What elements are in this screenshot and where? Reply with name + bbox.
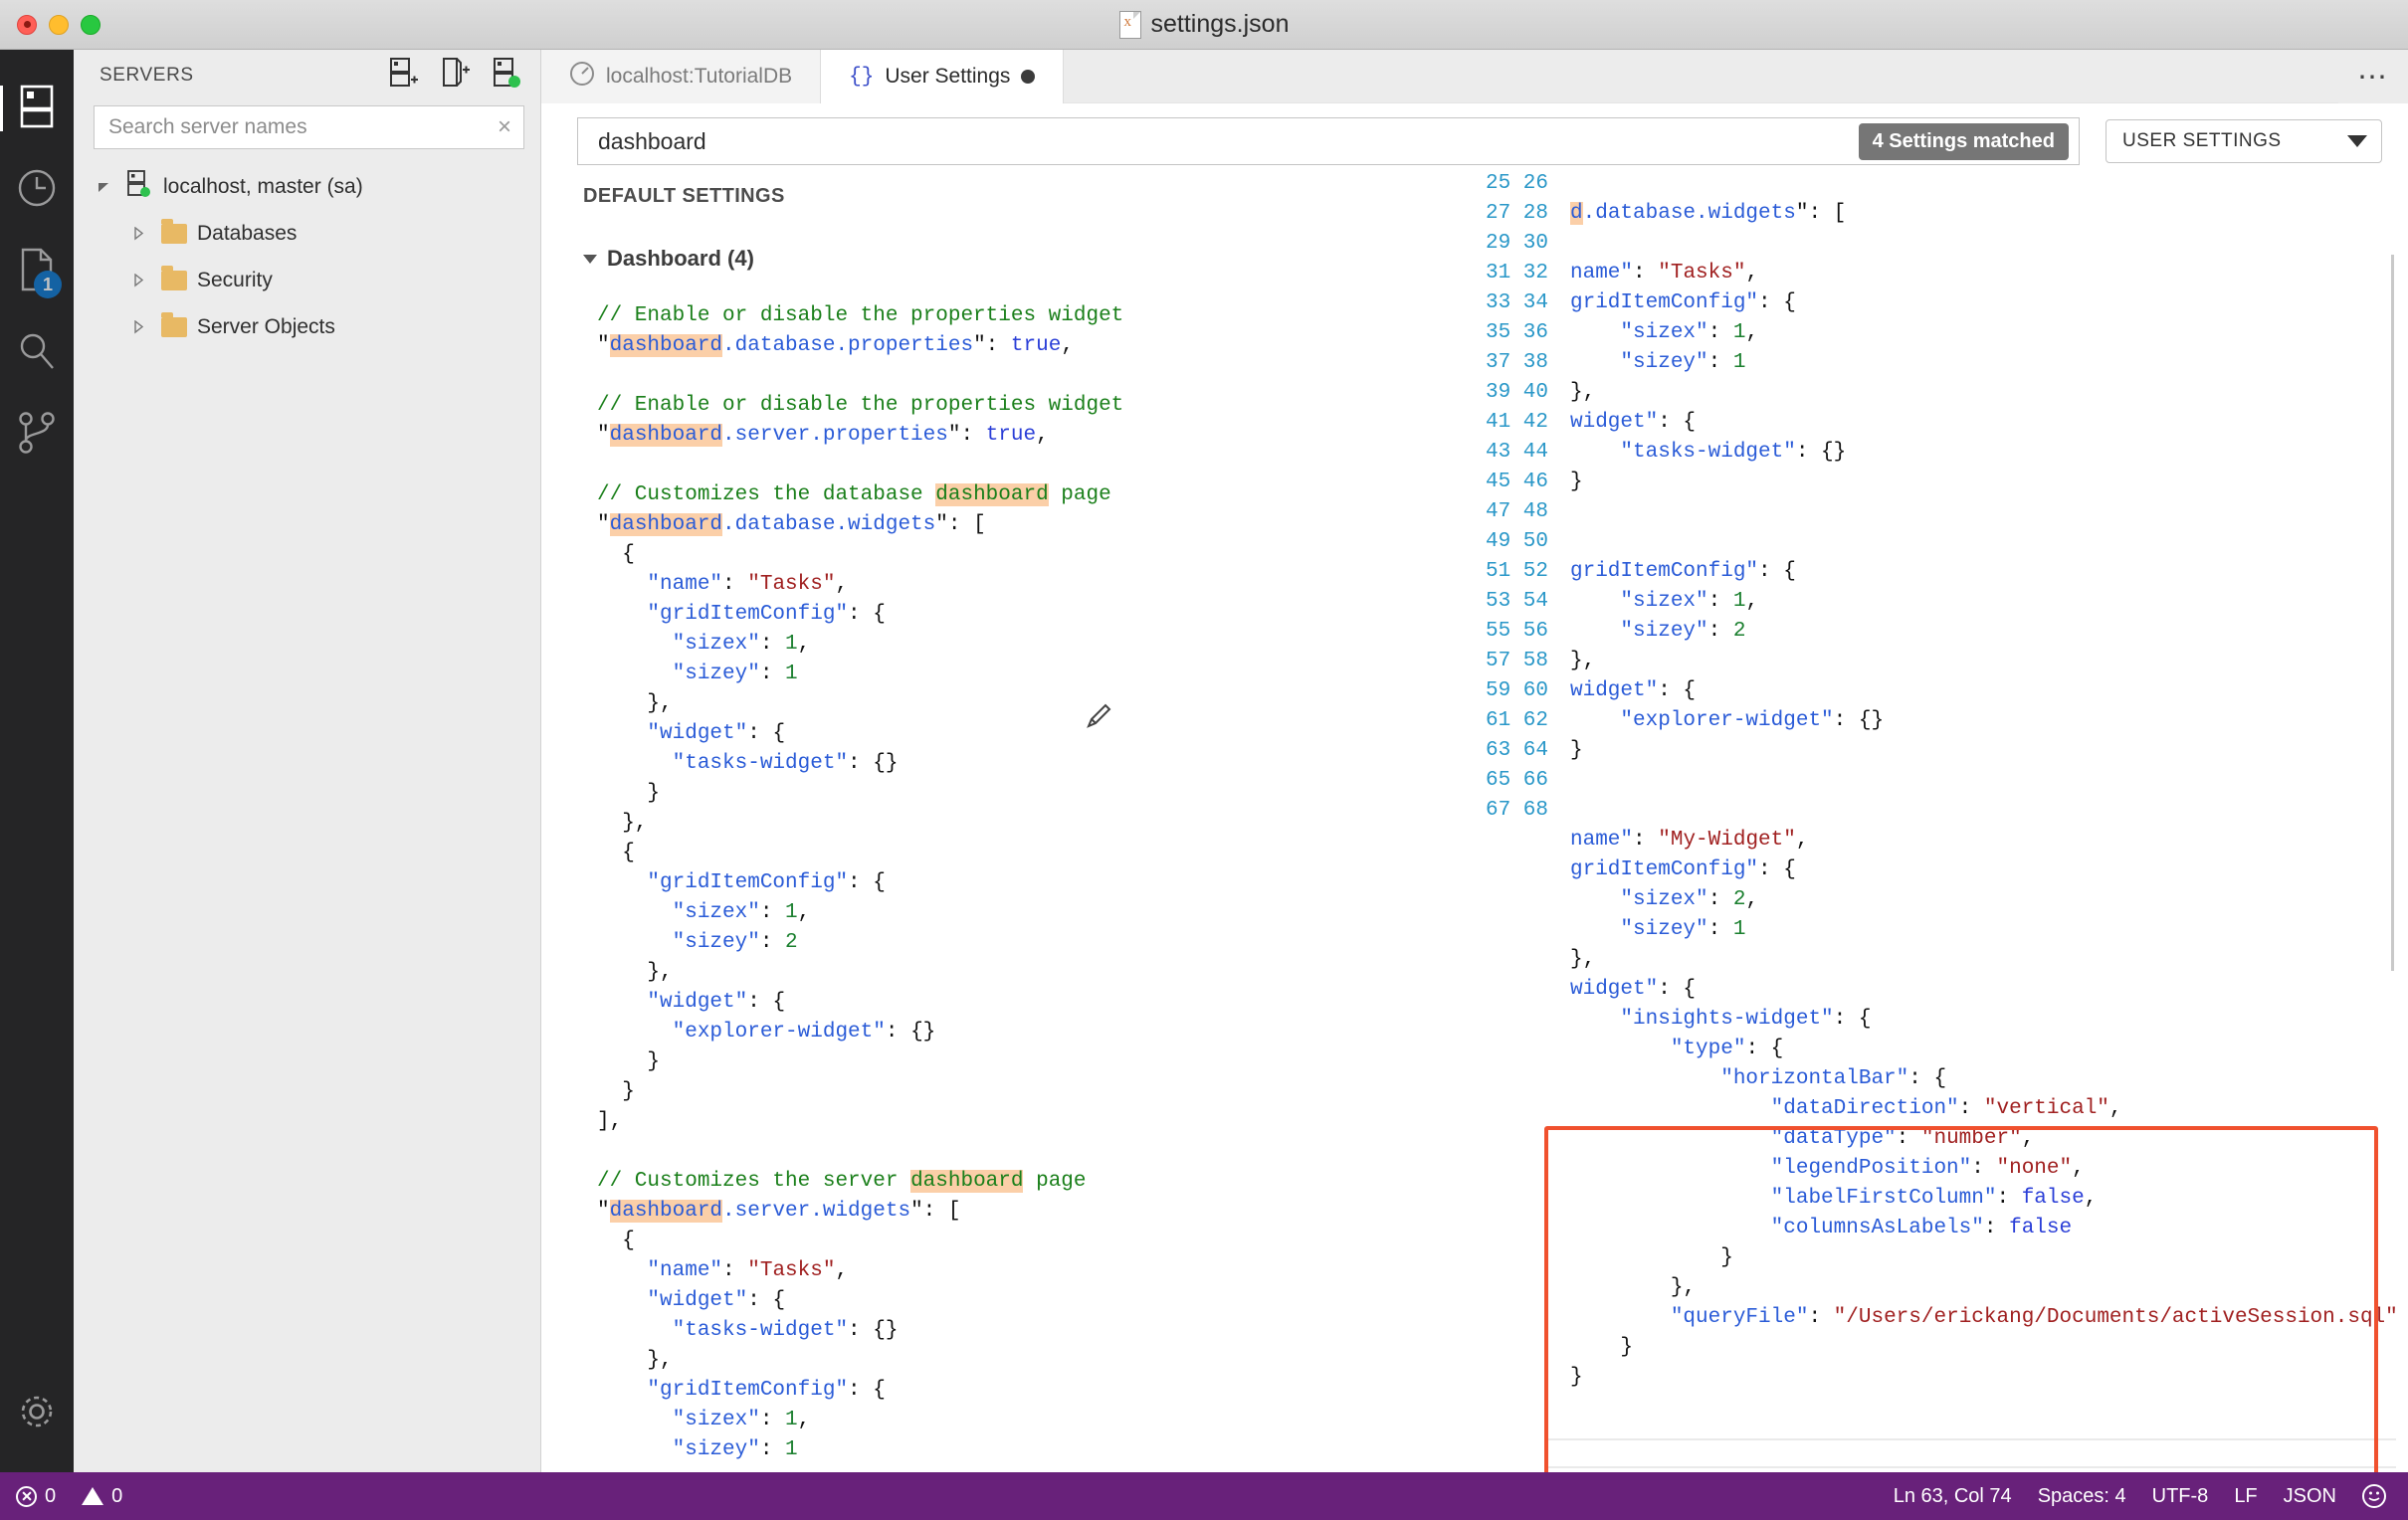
folder-icon: [161, 311, 187, 337]
app-window: settings.json 1: [0, 0, 2408, 1520]
activity-item-git[interactable]: [0, 394, 74, 475]
tab-bar-spacer: [1064, 50, 2338, 103]
json-file-icon: [1118, 10, 1141, 39]
settings-matched-badge: 4 Settings matched: [1858, 122, 2069, 160]
settings-group-label: Dashboard (4): [607, 246, 754, 271]
status-language-mode[interactable]: JSON: [2284, 1485, 2336, 1508]
server-search-wrap: ×: [74, 101, 540, 149]
pencil-icon[interactable]: [1083, 702, 1112, 739]
chevron-down-icon: [2347, 135, 2367, 147]
status-errors[interactable]: 0: [16, 1485, 56, 1508]
editor-area: localhost:TutorialDB {} User Settings ⋯ …: [541, 50, 2408, 1472]
editor-code: d.database.widgets": [ name": "Tasks", g…: [1570, 202, 2398, 1389]
server-tree: localhost, master (sa) Databases Securit…: [74, 149, 540, 350]
clear-search-icon[interactable]: ×: [498, 115, 511, 139]
new-connection-icon[interactable]: [389, 57, 419, 95]
default-settings-pane[interactable]: DEFAULT SETTINGS Dashboard (4) // Enable…: [541, 165, 1467, 1472]
status-warnings[interactable]: 0: [82, 1485, 122, 1508]
warning-icon: [82, 1487, 104, 1505]
server-search-box[interactable]: ×: [94, 105, 524, 149]
settings-group-dashboard[interactable]: Dashboard (4): [583, 246, 1467, 272]
status-cursor-position[interactable]: Ln 63, Col 74: [1894, 1485, 2012, 1508]
folder-icon: [161, 265, 187, 290]
smiley-icon[interactable]: [2362, 1484, 2386, 1508]
user-settings-editor[interactable]: 25 26 27 28 29 30 31 32 33 34 35 36 37 3…: [1467, 165, 2408, 1472]
tab-dirty-indicator: [1021, 70, 1036, 84]
tree-item-label: Server Objects: [197, 314, 335, 338]
gear-icon: [17, 1392, 57, 1436]
tree-item-databases[interactable]: Databases: [74, 210, 540, 257]
tab-localhost-tutorialdb[interactable]: localhost:TutorialDB: [541, 50, 822, 103]
chevron-right-icon[interactable]: [125, 273, 151, 287]
settings-search-row: 4 Settings matched USER SETTINGS: [541, 103, 2408, 165]
folder-icon: [161, 218, 187, 244]
servers-panel-title: SERVERS: [100, 65, 194, 86]
status-encoding[interactable]: UTF-8: [2152, 1485, 2209, 1508]
history-icon: [16, 167, 58, 214]
status-right-group: Ln 63, Col 74 Spaces: 4 UTF-8 LF JSON: [1894, 1484, 2386, 1508]
chevron-down-icon[interactable]: [92, 179, 117, 195]
servers-panel-actions: [389, 57, 522, 95]
status-indentation[interactable]: Spaces: 4: [2038, 1485, 2126, 1508]
chevron-right-icon[interactable]: [125, 226, 151, 241]
new-server-group-icon[interactable]: [441, 57, 471, 95]
tab-label: localhost:TutorialDB: [606, 65, 793, 88]
activity-item-source-control[interactable]: 1: [0, 231, 74, 312]
window-traffic-lights[interactable]: [0, 14, 100, 35]
chevron-right-icon[interactable]: [125, 319, 151, 334]
maximize-window-button[interactable]: [81, 14, 100, 35]
chevron-down-icon[interactable]: [583, 254, 597, 264]
more-actions-button[interactable]: ⋯: [2338, 50, 2408, 103]
settings-search-box[interactable]: 4 Settings matched: [577, 117, 2080, 165]
editor-scrollbar[interactable]: [2391, 255, 2394, 971]
minimize-window-button[interactable]: [49, 14, 69, 35]
tab-bar: localhost:TutorialDB {} User Settings ⋯: [541, 50, 2408, 103]
json-braces-icon: {}: [849, 65, 875, 89]
main-body: 1 SERVERS Search server names × localhos…: [0, 50, 2408, 1472]
tree-item-server-objects[interactable]: Server Objects: [74, 303, 540, 350]
dashboard-icon: [569, 61, 595, 93]
window-title: settings.json: [1150, 10, 1290, 38]
current-line-highlight: [1544, 1438, 2396, 1468]
tree-item-localhost[interactable]: localhost, master (sa): [74, 163, 540, 210]
search-icon: [16, 330, 58, 377]
servers-panel-header: SERVERS: [74, 50, 540, 101]
servers-panel: SERVERS ×: [74, 50, 541, 1472]
tab-label: User Settings: [885, 65, 1011, 88]
activity-item-servers[interactable]: [0, 68, 74, 149]
server-icon: [127, 169, 153, 204]
line-number-gutter: 25 26 27 28 29 30 31 32 33 34 35 36 37 3…: [1485, 172, 1548, 822]
tree-item-label: localhost, master (sa): [163, 174, 363, 198]
settings-search-input[interactable]: [598, 127, 1859, 155]
settings-panes: DEFAULT SETTINGS Dashboard (4) // Enable…: [541, 165, 2408, 1472]
close-window-button[interactable]: [17, 14, 37, 35]
title-bar: settings.json: [0, 0, 2408, 50]
settings-scope-label: USER SETTINGS: [2122, 130, 2282, 151]
server-search-input[interactable]: [108, 115, 498, 139]
activity-item-manage[interactable]: [0, 1373, 74, 1454]
servers-icon: [20, 85, 54, 133]
editor-content: 25 26 27 28 29 30 31 32 33 34 35 36 37 3…: [1467, 165, 2408, 1472]
status-eol[interactable]: LF: [2234, 1485, 2257, 1508]
status-bar: 0 0 Ln 63, Col 74 Spaces: 4 UTF-8 LF JSO…: [0, 1472, 2408, 1520]
status-errors-count: 0: [45, 1484, 57, 1507]
default-settings-code: // Enable or disable the properties widg…: [597, 304, 1124, 1461]
activity-item-history[interactable]: [0, 149, 74, 231]
tree-item-label: Databases: [197, 221, 298, 245]
source-control-badge: 1: [34, 271, 62, 298]
error-icon: [16, 1485, 37, 1507]
tab-user-settings[interactable]: {} User Settings: [821, 50, 1065, 103]
status-warnings-count: 0: [111, 1484, 123, 1507]
git-branch-icon: [17, 411, 57, 460]
activity-bar: 1: [0, 50, 74, 1472]
window-title-group: settings.json: [0, 0, 2408, 49]
tree-item-security[interactable]: Security: [74, 257, 540, 303]
tree-item-label: Security: [197, 268, 273, 291]
activity-item-search[interactable]: [0, 312, 74, 394]
settings-scope-dropdown[interactable]: USER SETTINGS: [2106, 119, 2382, 163]
status-left-group: 0 0: [16, 1485, 122, 1508]
default-settings-header: DEFAULT SETTINGS: [583, 185, 785, 207]
active-connections-icon[interactable]: [493, 57, 522, 95]
